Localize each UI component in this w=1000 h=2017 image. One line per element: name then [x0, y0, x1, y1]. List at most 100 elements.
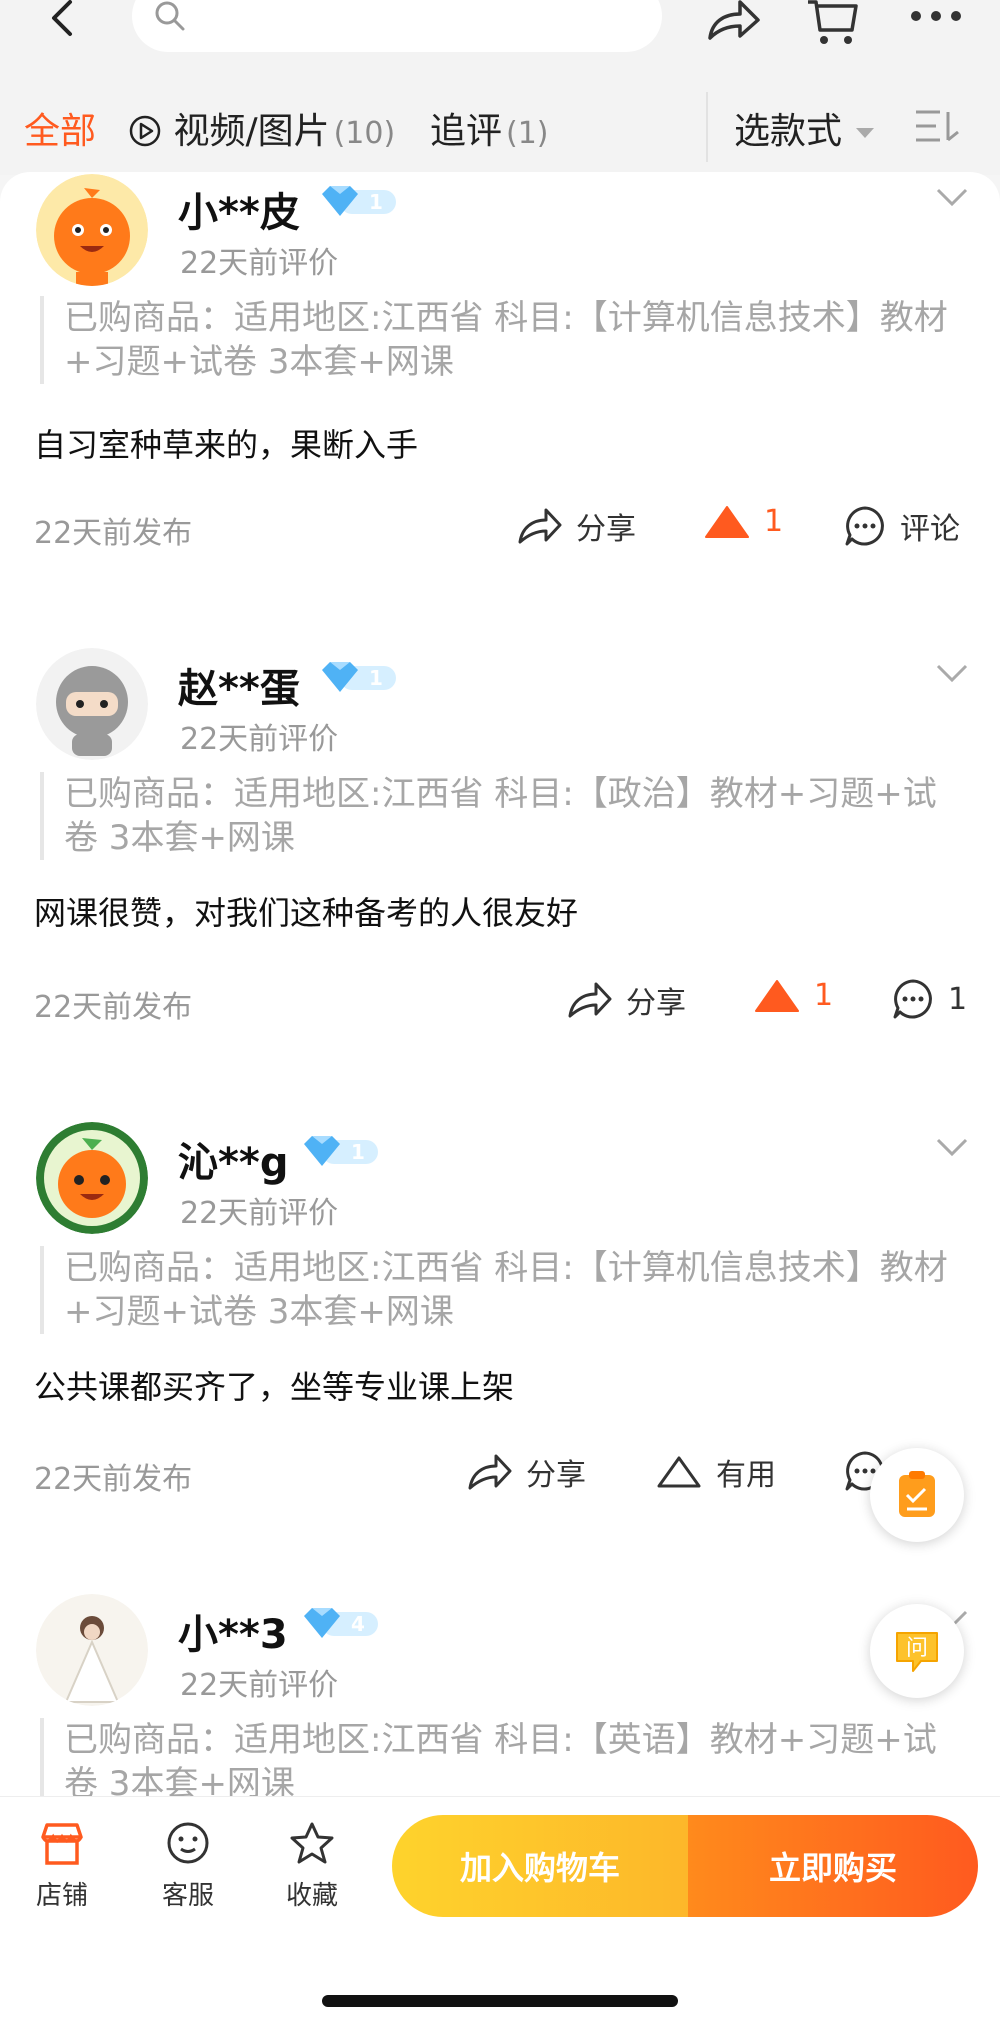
avatar[interactable]	[36, 1594, 148, 1706]
review-list: 小**皮 1 22天前评价 已购商品：适用地区:江西省 科目:【计算机信息技术】…	[0, 172, 1000, 1812]
purchased-item-info: 已购商品：适用地区:江西省 科目:【政治】教材+习题+试卷 3本套+网课	[40, 772, 960, 860]
username: 沁**g	[178, 1140, 289, 1186]
review-time: 22天前评价	[180, 1196, 339, 1231]
cart-button[interactable]	[806, 0, 860, 50]
triangle-like-icon	[705, 505, 749, 538]
bottom-action-bar: 店铺 客服 收藏 加入购物车 立即购买	[0, 1796, 1000, 2017]
vip-level: 1	[369, 190, 383, 214]
triangle-outline-icon	[657, 1456, 701, 1488]
share-review-button[interactable]: 分享	[566, 978, 686, 1022]
review-footer: 22天前发布 分享 有用	[0, 1450, 1000, 1500]
purchased-item-info: 已购商品：适用地区:江西省 科目:【计算机信息技术】教材+习题+试卷 3本套+网…	[40, 1246, 960, 1334]
collapse-button[interactable]	[934, 186, 970, 212]
home-indicator	[322, 1995, 678, 2007]
diamond-icon: 1	[322, 662, 396, 692]
back-button[interactable]	[42, 0, 92, 40]
share-label: 分享	[576, 512, 636, 547]
style-select-label: 选款式	[734, 111, 843, 152]
comment-button[interactable]: 1	[892, 978, 967, 1020]
tab-divider	[706, 92, 708, 162]
style-select[interactable]: 选款式	[734, 102, 875, 154]
review-text: 自习室种草来的，果断入手	[34, 426, 419, 464]
purchased-item-info: 已购商品：适用地区:江西省 科目:【英语】教材+习题+试卷 3本套+网课	[40, 1718, 960, 1806]
review-footer: 22天前发布 分享 1 评论	[0, 504, 1000, 554]
shop-button[interactable]: 店铺	[22, 1821, 102, 1912]
vip-level-badge: 1	[318, 184, 398, 218]
service-icon	[167, 1822, 209, 1864]
share-icon	[518, 508, 562, 544]
tab-all[interactable]: 全部	[24, 102, 96, 154]
vip-level: 1	[369, 666, 383, 690]
purchased-item-info: 已购商品：适用地区:江西省 科目:【计算机信息技术】教材+习题+试卷 3本套+网…	[40, 296, 960, 384]
diamond-icon: 1	[322, 186, 396, 216]
useful-button[interactable]: 有用	[656, 1450, 776, 1494]
buy-now-button[interactable]: 立即购买	[688, 1815, 978, 1917]
tab-followup[interactable]: 追评 (1)	[430, 102, 549, 154]
tab-media[interactable]: 视频/图片 (10)	[128, 102, 395, 154]
question-bubble-icon: 问	[896, 1632, 938, 1672]
username: 赵**蛋	[178, 666, 300, 712]
filter-icon	[916, 110, 959, 142]
share-button[interactable]	[704, 0, 760, 44]
favorite-button[interactable]: 收藏	[272, 1821, 352, 1912]
vip-level-badge: 4	[300, 1606, 380, 1640]
shop-icon	[41, 1823, 83, 1865]
like-button[interactable]: 1	[704, 504, 783, 539]
tab-followup-count: (1)	[506, 116, 549, 151]
comment-count: 1	[948, 981, 968, 1017]
share-icon	[468, 1454, 512, 1490]
like-count: 1	[814, 978, 834, 1013]
vip-level-badge: 1	[318, 660, 398, 694]
review-filter-tabs: 全部 视频/图片 (10) 追评 (1) 选款式	[0, 92, 1000, 162]
collapse-button[interactable]	[934, 662, 970, 688]
review-footer: 22天前发布 分享 1 1	[0, 978, 1000, 1028]
more-button[interactable]	[910, 6, 962, 30]
star-icon	[290, 1822, 334, 1864]
vip-level-badge: 1	[300, 1134, 380, 1168]
top-bar: 全部 视频/图片 (10) 追评 (1) 选款式	[0, 0, 1000, 175]
review-time: 22天前评价	[180, 1668, 339, 1703]
ask-float-button[interactable]: 问	[870, 1604, 964, 1698]
comment-icon	[893, 979, 932, 1019]
avatar[interactable]	[36, 648, 148, 760]
cart-icon	[808, 0, 858, 44]
share-icon	[708, 0, 760, 40]
tab-followup-label: 追评	[430, 111, 503, 152]
customer-service-button[interactable]: 客服	[148, 1821, 228, 1912]
chevron-down-icon	[936, 1138, 968, 1157]
clipboard-icon	[899, 1471, 935, 1517]
share-review-button[interactable]: 分享	[516, 504, 636, 548]
share-review-button[interactable]: 分享	[466, 1450, 586, 1494]
notes-float-button[interactable]	[870, 1448, 964, 1542]
review-text: 网课很赞，对我们这种备考的人很友好	[34, 894, 579, 932]
ninja-avatar-icon	[36, 648, 148, 760]
chevron-left-icon	[52, 0, 72, 36]
chevron-down-icon	[936, 188, 968, 207]
comment-icon	[845, 506, 884, 546]
filter-button[interactable]	[914, 108, 960, 153]
service-label: 客服	[161, 1881, 214, 1911]
like-button[interactable]: 1	[754, 978, 833, 1013]
chevron-down-icon	[936, 664, 968, 683]
review-time: 22天前评价	[180, 246, 339, 281]
comment-button[interactable]: 评论	[844, 504, 960, 548]
ask-label: 问	[906, 1636, 928, 1661]
add-to-cart-button[interactable]: 加入购物车	[392, 1815, 688, 1917]
favorite-label: 收藏	[285, 1881, 338, 1911]
comment-label: 评论	[900, 512, 960, 547]
tab-media-count: (10)	[333, 116, 396, 151]
orange-mascot-avatar-icon	[36, 1122, 148, 1234]
tab-media-label: 视频/图片	[173, 111, 330, 152]
useful-label: 有用	[716, 1458, 776, 1493]
avatar[interactable]	[36, 1122, 148, 1234]
avatar[interactable]	[36, 174, 148, 286]
share-icon	[568, 982, 612, 1018]
caret-down-icon	[856, 128, 875, 138]
collapse-button[interactable]	[934, 1136, 970, 1162]
diamond-icon: 1	[304, 1136, 378, 1166]
share-label: 分享	[626, 986, 686, 1021]
search-icon	[155, 1, 185, 31]
vip-level: 4	[351, 1612, 365, 1636]
bride-avatar-icon	[36, 1594, 148, 1706]
search-input[interactable]	[132, 0, 662, 52]
